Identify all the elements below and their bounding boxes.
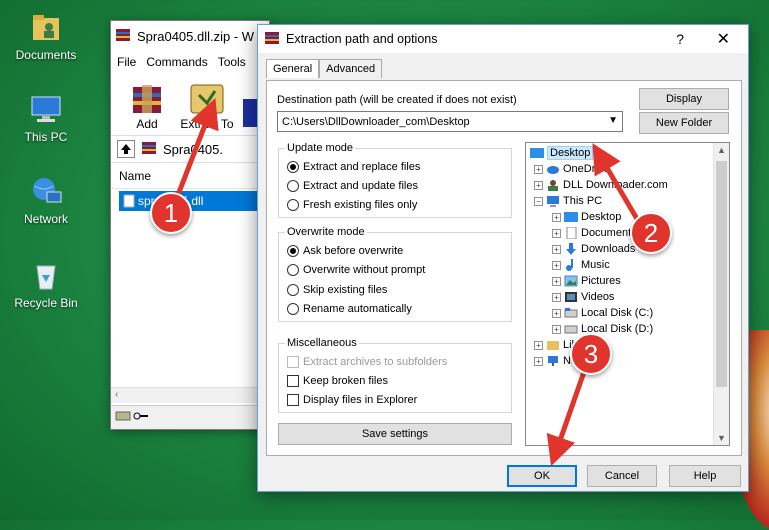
annotation-badge-3: 3 — [570, 333, 612, 375]
annotation-badge-2: 2 — [630, 212, 672, 254]
annotation-arrows — [175, 98, 643, 467]
arrow-1 — [175, 98, 219, 196]
annotation-badge-1: 1 — [150, 192, 192, 234]
tab-general[interactable]: General — [266, 59, 320, 78]
arrow-3 — [546, 371, 587, 467]
arrow-2 — [592, 143, 643, 226]
